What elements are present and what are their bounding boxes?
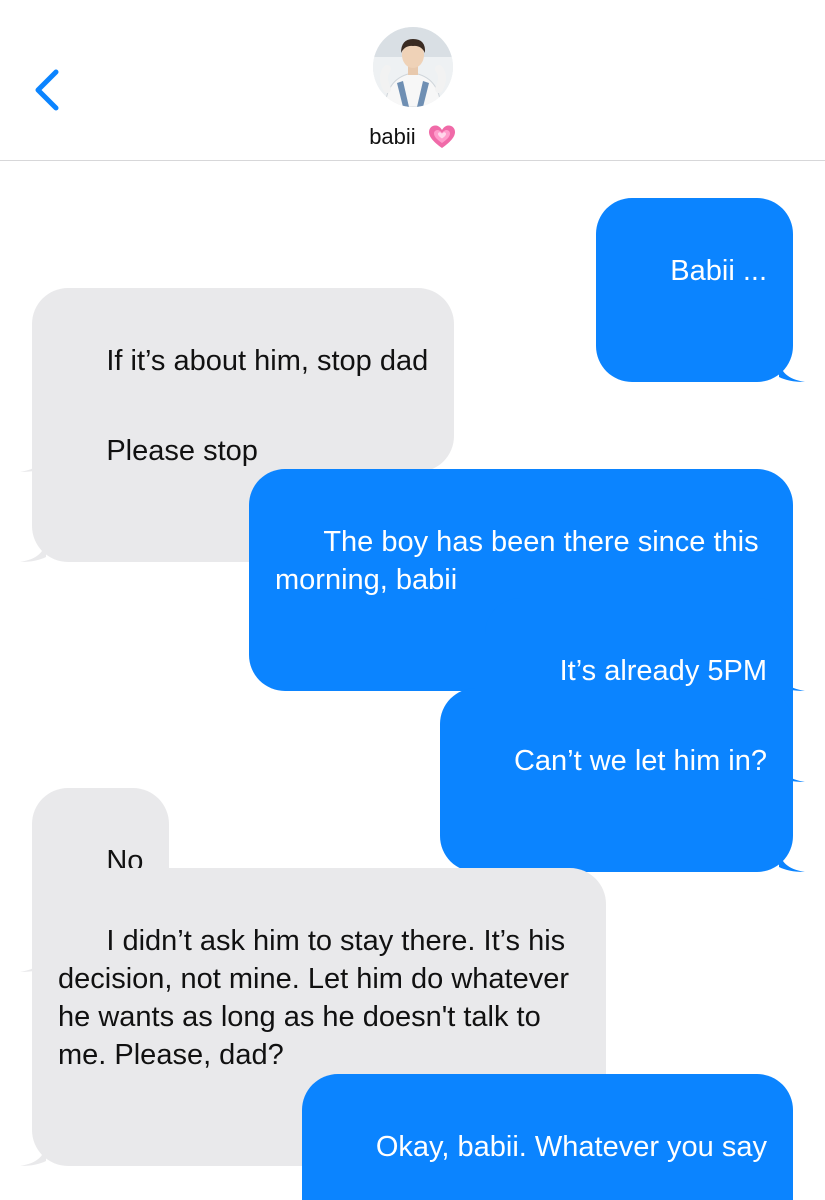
back-button[interactable] [26,62,66,118]
bubble-tail [20,1144,46,1166]
contact-name-row[interactable]: babii [0,120,825,153]
message-text: Babii ... [670,255,767,287]
bubble-tail [20,540,46,562]
avatar-photo [373,27,453,107]
message-text: It’s already 5PM [559,655,767,687]
growing-heart-icon [428,125,455,149]
bubble-tail [779,850,805,872]
message-text: I didn’t ask him to stay there. It’s his… [58,925,578,1071]
message-bubble-sent[interactable]: Babii ... [595,198,805,382]
bubble-tail [779,360,805,382]
message-bubble-sent[interactable]: Can’t we let him in? [439,688,805,872]
message-text: Can’t we let him in? [513,745,767,777]
conversation-header: babii [0,0,825,161]
message-text: If it’s about him, stop dad [106,345,429,377]
message-bubble-sent[interactable]: Okay, babii. Whatever you say [301,1074,793,1200]
messages-screen: babii Babii ... If it’s about him, stop … [0,0,825,1200]
message-text: The boy has been there since this mornin… [275,526,767,596]
chevron-left-icon [35,69,59,111]
contact-name: babii [369,124,416,150]
message-thread[interactable]: Babii ... If it’s about him, stop dad Pl… [0,161,825,1200]
avatar[interactable] [373,27,453,107]
message-bubble-received[interactable]: Please stop [20,378,284,562]
message-text: Please stop [106,435,258,467]
message-text: Okay, babii. Whatever you say [375,1131,767,1163]
